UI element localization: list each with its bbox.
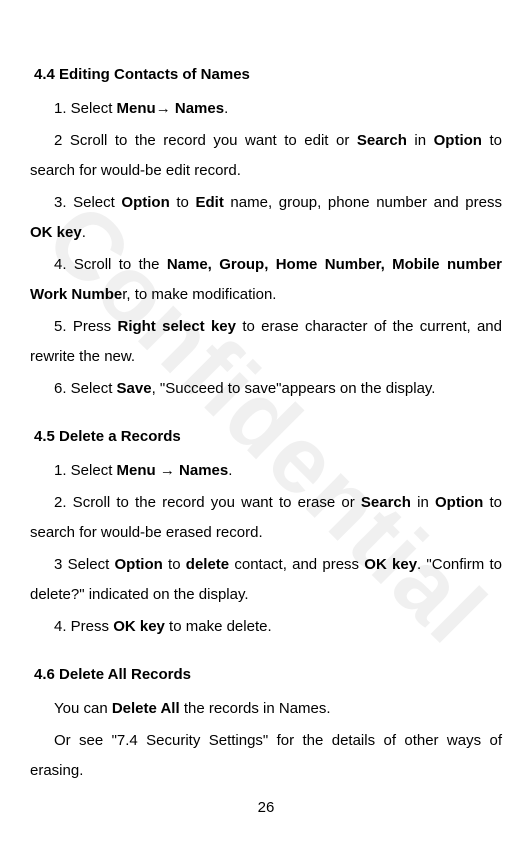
section-heading: 4.6 Delete All Records: [34, 660, 502, 690]
section-heading: 4.4 Editing Contacts of Names: [34, 60, 502, 90]
paragraph: Or see "7.4 Security Settings" for the d…: [30, 726, 502, 786]
bold-text: OK key: [113, 618, 165, 635]
bold-text: delete: [186, 556, 229, 573]
text: .: [82, 224, 86, 241]
bold-text: Save: [117, 380, 152, 397]
text: .: [228, 462, 232, 479]
text: in: [407, 132, 434, 149]
bold-text: Search: [361, 494, 411, 511]
text: to: [170, 194, 196, 211]
text: 4. Press: [54, 618, 113, 635]
bold-text: Option: [114, 556, 162, 573]
paragraph: 4. Press OK key to make delete.: [30, 612, 502, 642]
paragraph: You can Delete All the records in Names.: [30, 694, 502, 724]
bold-text: Edit: [195, 194, 223, 211]
paragraph: 4. Scroll to the Name, Group, Home Numbe…: [30, 250, 502, 310]
paragraph: 1. Select Menu→ Names.: [30, 94, 502, 124]
page-number: 26: [0, 793, 532, 823]
text: 1. Select: [54, 100, 117, 117]
bold-text: Menu → Names: [117, 462, 229, 479]
bold-text: OK key: [30, 224, 82, 241]
text: r, to make modification.: [122, 286, 276, 303]
text: 2 Scroll to the record you want to edit …: [54, 132, 357, 149]
paragraph: 2 Scroll to the record you want to edit …: [30, 126, 502, 186]
text: in: [411, 494, 435, 511]
text: to make delete.: [165, 618, 272, 635]
text: 5. Press: [54, 318, 117, 335]
paragraph: 5. Press Right select key to erase chara…: [30, 312, 502, 372]
paragraph: 6. Select Save, "Succeed to save"appears…: [30, 374, 502, 404]
text: 1. Select: [54, 462, 117, 479]
text: 6. Select: [54, 380, 117, 397]
paragraph: 1. Select Menu → Names.: [30, 456, 502, 486]
bold-text: Search: [357, 132, 407, 149]
text: You can: [54, 700, 112, 717]
paragraph: 2. Scroll to the record you want to eras…: [30, 488, 502, 548]
text: the records in Names.: [180, 700, 331, 717]
text: Or see "7.4 Security Settings" for the d…: [30, 732, 502, 779]
text: name, group, phone number and press: [224, 194, 502, 211]
bold-text: Menu→ Names: [117, 100, 225, 117]
text: 2. Scroll to the record you want to eras…: [54, 494, 361, 511]
bold-text: Right select key: [117, 318, 236, 335]
text: contact, and press: [229, 556, 364, 573]
page-content: 4.4 Editing Contacts of Names 1. Select M…: [30, 60, 502, 786]
text: 4. Scroll to the: [54, 256, 167, 273]
text: to: [163, 556, 186, 573]
text: .: [224, 100, 228, 117]
text: 3 Select: [54, 556, 114, 573]
paragraph: 3. Select Option to Edit name, group, ph…: [30, 188, 502, 248]
text: 3. Select: [54, 194, 121, 211]
text: , "Succeed to save"appears on the displa…: [152, 380, 436, 397]
bold-text: Option: [435, 494, 483, 511]
bold-text: Delete All: [112, 700, 180, 717]
section-heading: 4.5 Delete a Records: [34, 422, 502, 452]
paragraph: 3 Select Option to delete contact, and p…: [30, 550, 502, 610]
bold-text: Option: [121, 194, 169, 211]
bold-text: OK key: [364, 556, 417, 573]
bold-text: Option: [434, 132, 482, 149]
